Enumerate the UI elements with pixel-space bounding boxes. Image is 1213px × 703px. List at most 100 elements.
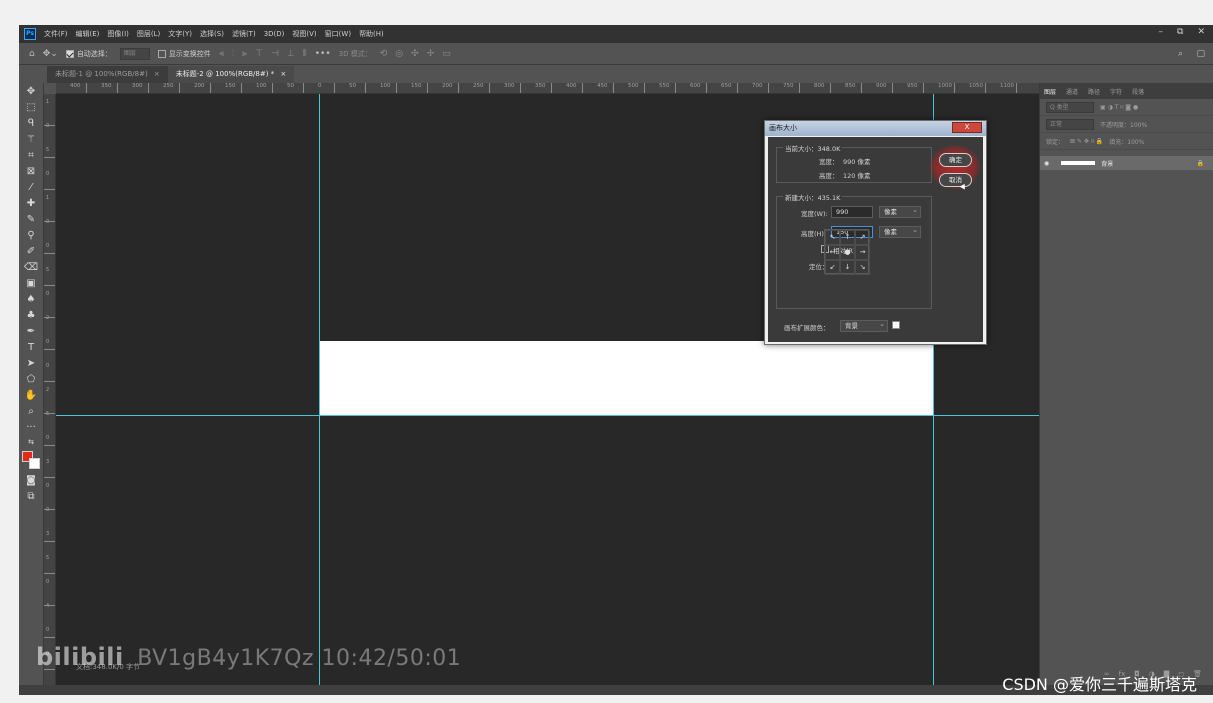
3d-orbit-icon[interactable]: ⟲ xyxy=(380,49,388,59)
fill-field[interactable]: 填充：100% xyxy=(1109,137,1144,146)
move-tool-preset-icon[interactable]: ✥⌄ xyxy=(43,49,58,59)
tab-untitled-1[interactable]: 未标题-1 @ 100%(RGB/8#) × xyxy=(47,66,168,83)
menu-image[interactable]: 图像(I) xyxy=(107,29,129,39)
blend-mode-dropdown[interactable]: 正常 xyxy=(1046,118,1094,130)
tab-label: 未标题-2 @ 100%(RGB/8#) * xyxy=(175,70,275,78)
hand-tool-icon[interactable]: ✋ xyxy=(23,389,39,403)
frame-tool-icon[interactable]: ⊠ xyxy=(23,165,39,179)
anchor-top-right[interactable]: ↗ xyxy=(855,230,870,245)
lasso-tool-icon[interactable]: ᑫ xyxy=(23,117,39,131)
auto-select-checkbox[interactable] xyxy=(65,49,74,58)
anchor-bottom-left[interactable]: ↙ xyxy=(825,260,840,275)
3d-drag-icon[interactable]: ✣ xyxy=(411,49,419,59)
anchor-top[interactable]: ↑ xyxy=(840,230,855,245)
dialog-title-bar[interactable]: 画布大小 X xyxy=(765,121,986,136)
3d-roll-icon[interactable]: ◎ xyxy=(395,49,403,59)
guide-vertical-left[interactable] xyxy=(319,94,320,685)
eyedropper-tool-icon[interactable]: ⁄ xyxy=(23,181,39,195)
document-canvas[interactable] xyxy=(319,341,933,415)
align-bottom-icon[interactable]: ⊥ xyxy=(287,49,295,59)
pen-tool-icon[interactable]: ✒ xyxy=(23,325,39,339)
tab-close-icon[interactable]: × xyxy=(280,70,286,78)
anchor-left[interactable]: ← xyxy=(825,245,840,260)
move-tool-icon[interactable]: ✥ xyxy=(23,85,39,99)
align-top-icon[interactable]: ⊤ xyxy=(255,49,263,59)
tab-paths[interactable]: 路径 xyxy=(1088,87,1100,96)
tab-close-icon[interactable]: × xyxy=(154,70,160,78)
tab-character[interactable]: 字符 xyxy=(1110,87,1122,96)
background-color-swatch[interactable] xyxy=(29,458,40,469)
quick-mask-icon[interactable]: ◙ xyxy=(23,474,39,488)
distribute-icon[interactable]: ⦀ xyxy=(303,49,307,59)
workspace-icon[interactable]: ▢ xyxy=(1196,49,1205,59)
menu-window[interactable]: 窗口(W) xyxy=(325,29,351,39)
ext-color-select[interactable]: 背景 xyxy=(840,319,888,332)
tab-untitled-2[interactable]: 未标题-2 @ 100%(RGB/8#) * × xyxy=(167,66,295,83)
more-options-icon[interactable]: ••• xyxy=(315,49,331,59)
align-center-icon[interactable]: ⫶ xyxy=(232,49,234,59)
opacity-field[interactable]: 不透明度：100% xyxy=(1100,120,1147,129)
3d-camera-icon[interactable]: ▭ xyxy=(442,49,451,59)
width-input[interactable]: 990 xyxy=(831,206,873,218)
align-left-icon[interactable]: ⫷ xyxy=(219,49,224,59)
menu-type[interactable]: 文字(Y) xyxy=(168,29,192,39)
magic-wand-tool-icon[interactable]: ⚚ xyxy=(23,133,39,147)
anchor-center[interactable]: ● xyxy=(840,245,855,260)
ext-color-swatch[interactable] xyxy=(892,321,900,329)
dodge-tool-icon[interactable]: ♣ xyxy=(23,309,39,323)
anchor-top-left[interactable]: ↖ xyxy=(825,230,840,245)
more-tools-icon[interactable]: ··· xyxy=(23,421,39,435)
restore-button[interactable]: ⧉ xyxy=(1177,27,1183,37)
gradient-tool-icon[interactable]: ▣ xyxy=(23,277,39,291)
lock-icons[interactable]: ⊠ ✎ ✥ ⌑ 🔒 xyxy=(1070,138,1103,145)
healing-brush-tool-icon[interactable]: ✚ xyxy=(23,197,39,211)
crop-tool-icon[interactable]: ⌗ xyxy=(23,149,39,163)
anchor-bottom-right[interactable]: ↘ xyxy=(855,260,870,275)
brush-tool-icon[interactable]: ✎ xyxy=(23,213,39,227)
eye-icon[interactable]: ◉ xyxy=(1044,160,1049,167)
zoom-tool-icon[interactable]: ⌕ xyxy=(23,405,39,419)
tab-paragraph[interactable]: 段落 xyxy=(1132,87,1144,96)
tab-layers[interactable]: 图层 xyxy=(1044,87,1056,96)
home-icon[interactable]: ⌂ xyxy=(29,49,35,59)
path-selection-tool-icon[interactable]: ➤ xyxy=(23,357,39,371)
menu-select[interactable]: 选择(S) xyxy=(200,29,224,39)
clone-stamp-tool-icon[interactable]: ⚲ xyxy=(23,229,39,243)
menu-3d[interactable]: 3D(D) xyxy=(264,30,285,38)
menu-layer[interactable]: 图层(L) xyxy=(137,29,160,39)
blur-tool-icon[interactable]: ♠ xyxy=(23,293,39,307)
menu-edit[interactable]: 编辑(E) xyxy=(76,29,100,39)
marquee-tool-icon[interactable]: ⬚ xyxy=(23,101,39,115)
width-unit-select[interactable]: 像素 xyxy=(879,205,921,218)
filter-icons[interactable]: ▣ ◑ T ⌑ ◙ ● xyxy=(1100,104,1138,111)
close-window-button[interactable]: ✕ xyxy=(1197,27,1205,37)
tab-channels[interactable]: 通道 xyxy=(1066,87,1078,96)
shape-tool-icon[interactable]: ⬠ xyxy=(23,373,39,387)
align-right-icon[interactable]: ⫸ xyxy=(242,49,247,59)
menu-help[interactable]: 帮助(H) xyxy=(359,29,384,39)
minimize-button[interactable]: – xyxy=(1159,27,1164,37)
auto-select-option[interactable]: 自动选择： xyxy=(65,49,112,59)
show-transform-option[interactable]: 显示变换控件 xyxy=(157,49,211,59)
screen-mode-icon[interactable]: ⧉ xyxy=(23,490,39,504)
layer-filter-dropdown[interactable]: Q 类型 xyxy=(1046,101,1094,113)
eraser-tool-icon[interactable]: ⌫ xyxy=(23,261,39,275)
guide-horizontal[interactable] xyxy=(56,415,1039,416)
show-transform-checkbox[interactable] xyxy=(157,49,166,58)
anchor-bottom[interactable]: ↓ xyxy=(840,260,855,275)
menu-filter[interactable]: 滤镜(T) xyxy=(232,29,256,39)
ok-button[interactable]: 确定 xyxy=(939,153,972,167)
auto-select-dropdown[interactable]: 图层 xyxy=(119,47,150,60)
search-icon[interactable]: ⌕ xyxy=(1178,49,1183,59)
3d-slide-icon[interactable]: ✢ xyxy=(427,49,435,59)
height-unit-select[interactable]: 像素 xyxy=(879,225,921,238)
type-tool-icon[interactable]: T xyxy=(23,341,39,355)
history-brush-tool-icon[interactable]: ✐ xyxy=(23,245,39,259)
menu-file[interactable]: 文件(F) xyxy=(44,29,68,39)
layer-row-background[interactable]: ◉ 背景 🔒 xyxy=(1040,156,1213,170)
swap-colors-icon[interactable]: ⇆ xyxy=(23,435,39,449)
align-middle-icon[interactable]: ⊣ xyxy=(271,49,279,59)
dialog-close-button[interactable]: X xyxy=(952,122,982,133)
anchor-right[interactable]: → xyxy=(855,245,870,260)
menu-view[interactable]: 视图(V) xyxy=(292,29,316,39)
